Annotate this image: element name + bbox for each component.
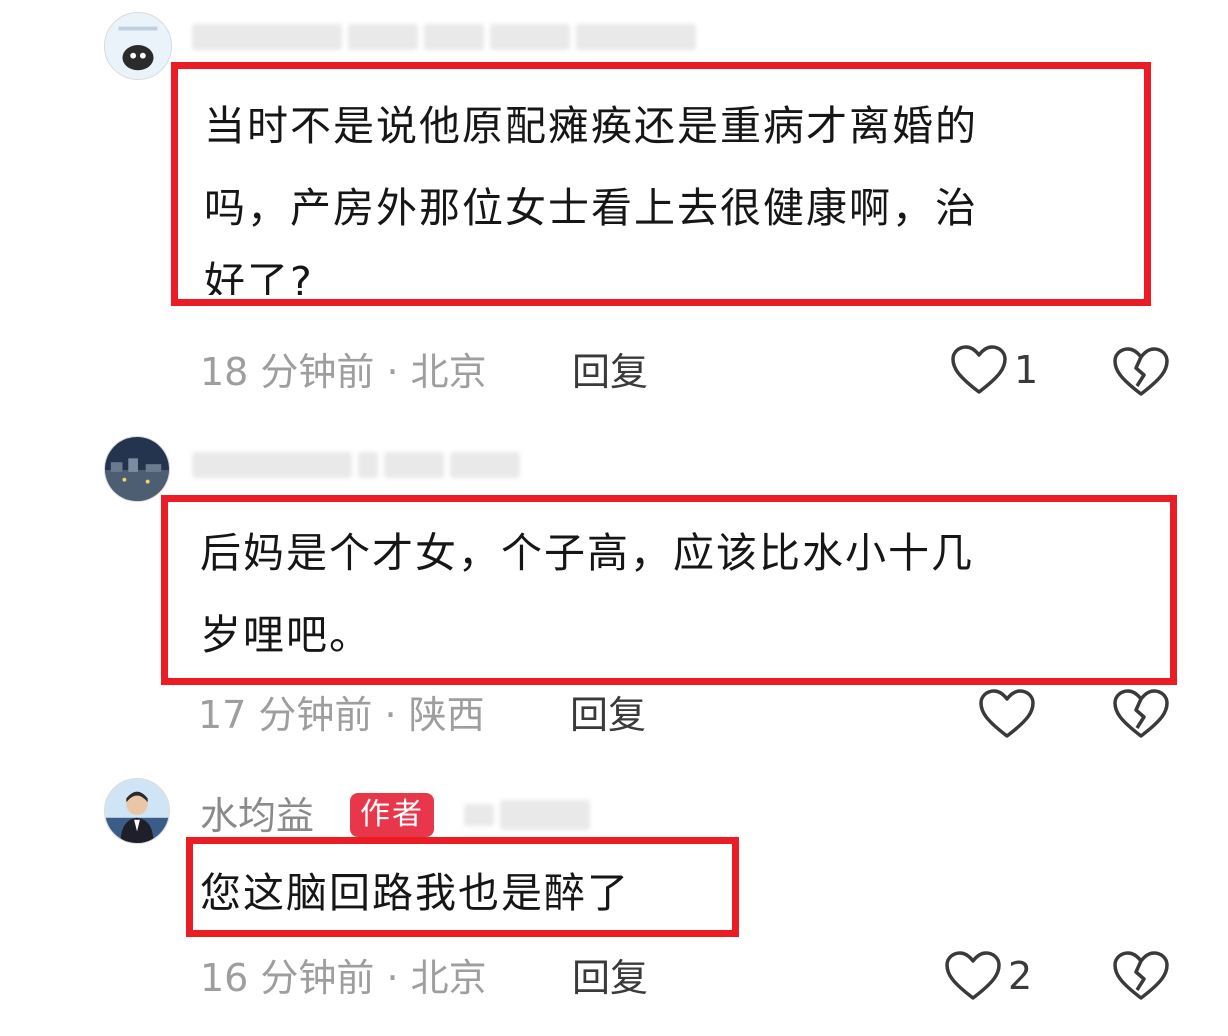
- heart-icon: [978, 688, 1036, 740]
- author-badge: 作者: [350, 793, 434, 837]
- like-count: 2: [1008, 954, 1033, 998]
- avatar[interactable]: [104, 12, 172, 80]
- comment-thread: 当时不是说他原配瘫痪还是重病才离婚的 吗，产房外那位女士看上去很健康啊，治 好了…: [0, 0, 1228, 1036]
- broken-heart-icon: [1113, 951, 1169, 1000]
- avatar-cartoon-icon: [105, 13, 171, 79]
- reply-button[interactable]: 回复: [572, 956, 648, 1000]
- avatar[interactable]: [104, 778, 170, 844]
- like-count: 1: [1014, 348, 1039, 392]
- comment-time-location: 17 分钟前 · 陕西: [198, 693, 485, 737]
- heart-icon: [950, 344, 1008, 396]
- highlight-box: [171, 62, 1151, 306]
- reply-button[interactable]: 回复: [570, 693, 646, 737]
- reply-button[interactable]: 回复: [572, 350, 648, 394]
- heart-icon: [944, 950, 1002, 1002]
- dislike-button[interactable]: [1112, 346, 1170, 398]
- broken-heart-icon: [1113, 689, 1169, 738]
- comment-time-location: 16 分钟前 · 北京: [200, 956, 487, 1000]
- blurred-username: [192, 24, 696, 50]
- blurred-username: [464, 800, 590, 830]
- avatar-person-icon: [105, 779, 169, 843]
- like-button[interactable]: 1: [950, 344, 1038, 396]
- dislike-button[interactable]: [1112, 950, 1170, 1002]
- avatar[interactable]: [104, 436, 170, 502]
- avatar-landscape-icon: [105, 437, 169, 501]
- like-button[interactable]: 2: [944, 950, 1032, 1002]
- author-name[interactable]: 水均益: [200, 794, 314, 838]
- comment-time-location: 18 分钟前 · 北京: [200, 350, 487, 394]
- like-button[interactable]: [978, 688, 1042, 740]
- highlight-box: [186, 837, 739, 937]
- dislike-button[interactable]: [1112, 688, 1170, 740]
- broken-heart-icon: [1113, 347, 1169, 396]
- highlight-box: [161, 495, 1177, 685]
- blurred-username: [192, 452, 520, 478]
